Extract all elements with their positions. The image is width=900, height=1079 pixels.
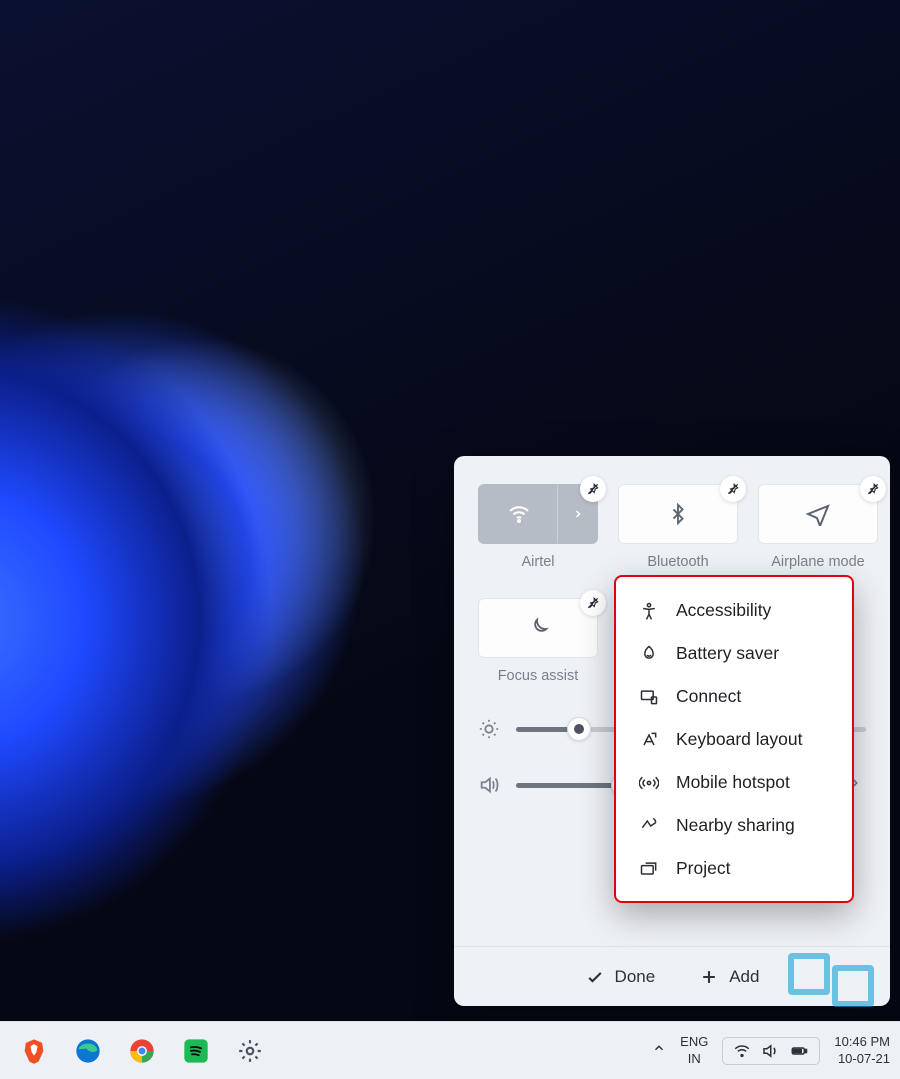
chevron-right-icon bbox=[572, 508, 584, 520]
add-item-label: Accessibility bbox=[676, 600, 771, 621]
volume-icon bbox=[478, 774, 500, 796]
taskbar-app-chrome[interactable] bbox=[120, 1029, 164, 1073]
tile-label: Focus assist bbox=[478, 668, 598, 684]
unpin-icon bbox=[726, 482, 740, 496]
add-item-project[interactable]: Project bbox=[616, 847, 852, 890]
add-item-label: Mobile hotspot bbox=[676, 772, 790, 793]
add-item-label: Connect bbox=[676, 686, 741, 707]
tile-bluetooth: Bluetooth bbox=[618, 484, 738, 570]
tile-label: Airplane mode bbox=[758, 554, 878, 570]
done-button[interactable]: Done bbox=[585, 967, 656, 987]
add-quick-setting-menu: Accessibility Battery saver Connect Keyb… bbox=[614, 575, 854, 903]
unpin-wifi-button[interactable] bbox=[580, 476, 606, 502]
add-label: Add bbox=[729, 967, 759, 987]
battery-icon bbox=[789, 1042, 809, 1060]
add-item-battery-saver[interactable]: Battery saver bbox=[616, 632, 852, 675]
taskbar-app-spotify[interactable] bbox=[174, 1029, 218, 1073]
add-item-connect[interactable]: Connect bbox=[616, 675, 852, 718]
wifi-icon bbox=[733, 1042, 751, 1060]
clock-time: 10:46 PM bbox=[834, 1034, 890, 1050]
mobile-hotspot-icon bbox=[638, 773, 660, 793]
tile-airplane: Airplane mode bbox=[758, 484, 878, 570]
tile-wifi: Airtel bbox=[478, 484, 598, 570]
unpin-focus-assist-button[interactable] bbox=[580, 590, 606, 616]
unpin-airplane-button[interactable] bbox=[860, 476, 886, 502]
airplane-icon bbox=[806, 502, 830, 526]
lang-top: ENG bbox=[680, 1034, 708, 1050]
unpin-icon bbox=[866, 482, 880, 496]
add-item-nearby-sharing[interactable]: Nearby sharing bbox=[616, 804, 852, 847]
watermark: GADGETS TO USE bbox=[774, 953, 894, 1019]
connect-icon bbox=[638, 687, 660, 707]
volume-icon bbox=[761, 1042, 779, 1060]
add-item-mobile-hotspot[interactable]: Mobile hotspot bbox=[616, 761, 852, 804]
tile-focus-assist: Focus assist bbox=[478, 598, 598, 684]
moon-icon bbox=[527, 617, 549, 639]
plus-icon bbox=[699, 967, 719, 987]
system-tray[interactable] bbox=[722, 1037, 820, 1065]
nearby-sharing-icon bbox=[638, 816, 660, 836]
add-item-keyboard-layout[interactable]: Keyboard layout bbox=[616, 718, 852, 761]
chevron-up-icon bbox=[652, 1041, 666, 1055]
taskbar-apps bbox=[0, 1029, 272, 1073]
unpin-icon bbox=[586, 596, 600, 610]
add-button[interactable]: Add bbox=[699, 967, 759, 987]
keyboard-layout-icon bbox=[638, 730, 660, 750]
language-indicator[interactable]: ENG IN bbox=[680, 1034, 708, 1067]
clock-date: 10-07-21 bbox=[834, 1051, 890, 1067]
check-icon bbox=[585, 967, 605, 987]
unpin-icon bbox=[586, 482, 600, 496]
show-hidden-icons-button[interactable] bbox=[652, 1041, 666, 1060]
brightness-icon bbox=[478, 718, 500, 740]
tile-label: Airtel bbox=[478, 554, 598, 570]
add-item-label: Battery saver bbox=[676, 643, 779, 664]
project-icon bbox=[638, 859, 660, 879]
done-label: Done bbox=[615, 967, 656, 987]
wifi-icon bbox=[507, 502, 531, 526]
taskbar-app-edge[interactable] bbox=[66, 1029, 110, 1073]
taskbar-app-settings[interactable] bbox=[228, 1029, 272, 1073]
tile-label: Bluetooth bbox=[618, 554, 738, 570]
unpin-bluetooth-button[interactable] bbox=[720, 476, 746, 502]
taskbar: ENG IN 10:46 PM 10-07-21 bbox=[0, 1021, 900, 1079]
tile-row-1: Airtel Bluetooth Airplane mode bbox=[478, 484, 866, 570]
battery-saver-icon bbox=[638, 644, 660, 664]
taskbar-right: ENG IN 10:46 PM 10-07-21 bbox=[652, 1034, 900, 1067]
lang-bottom: IN bbox=[680, 1051, 708, 1067]
add-item-accessibility[interactable]: Accessibility bbox=[616, 589, 852, 632]
add-item-label: Project bbox=[676, 858, 730, 879]
taskbar-app-brave[interactable] bbox=[12, 1029, 56, 1073]
bluetooth-icon bbox=[667, 503, 689, 525]
add-item-label: Keyboard layout bbox=[676, 729, 802, 750]
taskbar-clock[interactable]: 10:46 PM 10-07-21 bbox=[834, 1034, 890, 1067]
accessibility-icon bbox=[638, 601, 660, 621]
add-item-label: Nearby sharing bbox=[676, 815, 795, 836]
